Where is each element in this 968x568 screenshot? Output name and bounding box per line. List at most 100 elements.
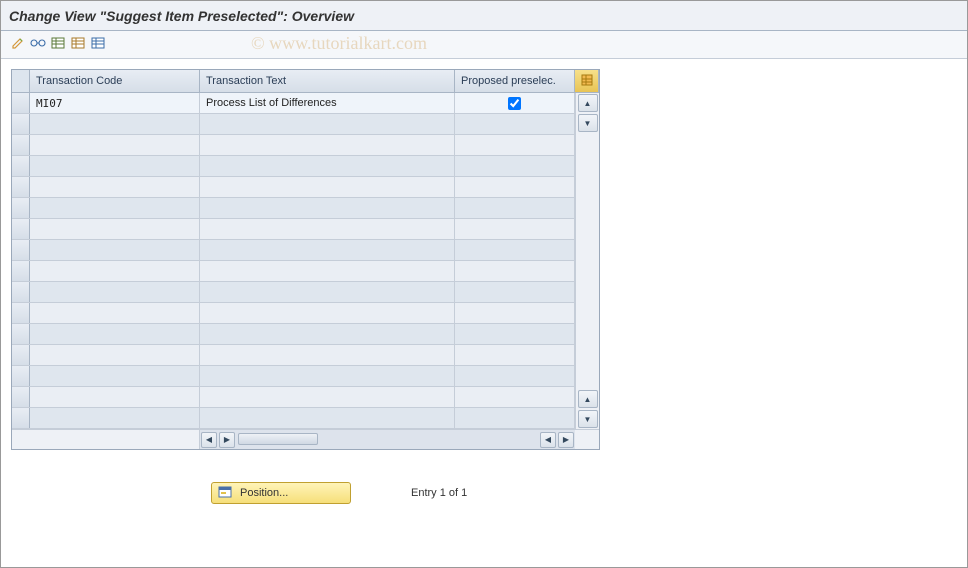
cell-transaction-code[interactable]: MI07 — [30, 93, 200, 113]
table-row-empty — [12, 324, 575, 345]
cell-empty[interactable] — [455, 198, 575, 218]
cell-empty[interactable] — [455, 219, 575, 239]
cell-empty[interactable] — [30, 282, 200, 302]
new-entries-button[interactable] — [49, 36, 67, 54]
cell-preselect[interactable] — [455, 93, 575, 113]
row-selector[interactable] — [12, 93, 30, 113]
cell-transaction-text[interactable]: Process List of Differences — [200, 93, 455, 113]
row-selector[interactable] — [12, 261, 30, 281]
cell-empty[interactable] — [30, 240, 200, 260]
cell-empty[interactable] — [455, 408, 575, 428]
cell-empty[interactable] — [30, 219, 200, 239]
row-selector[interactable] — [12, 345, 30, 365]
position-button[interactable]: Position... — [211, 482, 351, 504]
glasses-icon — [30, 37, 46, 52]
cell-empty[interactable] — [30, 156, 200, 176]
cell-empty[interactable] — [455, 177, 575, 197]
cell-empty[interactable] — [30, 366, 200, 386]
cell-empty[interactable] — [455, 240, 575, 260]
cell-empty[interactable] — [200, 177, 455, 197]
cell-empty[interactable] — [455, 261, 575, 281]
cell-empty[interactable] — [455, 282, 575, 302]
grid-header: Transaction Code Transaction Text Propos… — [12, 70, 599, 93]
cell-empty[interactable] — [200, 240, 455, 260]
cell-empty[interactable] — [455, 387, 575, 407]
cell-empty[interactable] — [30, 387, 200, 407]
cell-empty[interactable] — [200, 303, 455, 323]
cell-empty[interactable] — [455, 324, 575, 344]
table-delete-icon — [91, 36, 105, 53]
cell-empty[interactable] — [200, 345, 455, 365]
column-header-preselect[interactable]: Proposed preselec. — [455, 70, 575, 92]
scroll-left-button[interactable]: ◀ — [201, 432, 217, 448]
cell-empty[interactable] — [200, 366, 455, 386]
cell-empty[interactable] — [200, 387, 455, 407]
cell-empty[interactable] — [455, 156, 575, 176]
horizontal-scrollbar[interactable]: ◀ ▶ ◀ ▶ — [200, 430, 575, 449]
watermark: © www.tutorialkart.com — [251, 33, 427, 54]
row-selector[interactable] — [12, 408, 30, 428]
table-row-empty — [12, 366, 575, 387]
scroll-thumb[interactable] — [238, 433, 318, 445]
cell-empty[interactable] — [200, 282, 455, 302]
cell-empty[interactable] — [30, 114, 200, 134]
cell-empty[interactable] — [30, 324, 200, 344]
cell-empty[interactable] — [30, 345, 200, 365]
entry-status: Entry 1 of 1 — [411, 487, 467, 499]
preselect-checkbox[interactable] — [508, 97, 521, 110]
cell-empty[interactable] — [200, 261, 455, 281]
cell-empty[interactable] — [200, 324, 455, 344]
scroll-right-step-button[interactable]: ▶ — [219, 432, 235, 448]
row-selector-header[interactable] — [12, 70, 30, 92]
cell-empty[interactable] — [200, 135, 455, 155]
row-selector[interactable] — [12, 366, 30, 386]
table-row-empty — [12, 240, 575, 261]
cell-empty[interactable] — [455, 303, 575, 323]
copy-as-button[interactable] — [69, 36, 87, 54]
cell-empty[interactable] — [30, 261, 200, 281]
row-selector[interactable] — [12, 114, 30, 134]
row-selector[interactable] — [12, 324, 30, 344]
cell-empty[interactable] — [455, 135, 575, 155]
scroll-down-step-button[interactable]: ▼ — [578, 114, 598, 132]
row-selector[interactable] — [12, 303, 30, 323]
cell-empty[interactable] — [455, 345, 575, 365]
scroll-left-step-button[interactable]: ◀ — [540, 432, 556, 448]
row-selector[interactable] — [12, 219, 30, 239]
column-header-ttext[interactable]: Transaction Text — [200, 70, 455, 92]
scroll-up-button[interactable]: ▲ — [578, 94, 598, 112]
row-selector[interactable] — [12, 177, 30, 197]
scroll-down-button[interactable]: ▼ — [578, 410, 598, 428]
table-row-empty — [12, 261, 575, 282]
cell-empty[interactable] — [30, 135, 200, 155]
row-selector[interactable] — [12, 156, 30, 176]
other-view-button[interactable] — [29, 36, 47, 54]
cell-empty[interactable] — [200, 114, 455, 134]
toggle-change-button[interactable] — [9, 36, 27, 54]
content-area: Transaction Code Transaction Text Propos… — [1, 59, 967, 514]
row-selector[interactable] — [12, 135, 30, 155]
cell-empty[interactable] — [455, 114, 575, 134]
column-config-button[interactable] — [575, 70, 599, 92]
scroll-right-button[interactable]: ▶ — [558, 432, 574, 448]
column-header-tcode[interactable]: Transaction Code — [30, 70, 200, 92]
table-row-empty — [12, 177, 575, 198]
cell-empty[interactable] — [30, 177, 200, 197]
row-selector[interactable] — [12, 240, 30, 260]
hscroll-spacer — [12, 430, 200, 449]
vertical-scrollbar[interactable]: ▲ ▼ ▲ ▼ — [575, 93, 599, 429]
cell-empty[interactable] — [30, 408, 200, 428]
cell-empty[interactable] — [200, 156, 455, 176]
row-selector[interactable] — [12, 387, 30, 407]
scroll-up-step-button[interactable]: ▲ — [578, 390, 598, 408]
cell-empty[interactable] — [30, 303, 200, 323]
horizontal-scrollbar-row: ◀ ▶ ◀ ▶ — [12, 429, 599, 449]
cell-empty[interactable] — [200, 408, 455, 428]
cell-empty[interactable] — [200, 198, 455, 218]
delete-button[interactable] — [89, 36, 107, 54]
row-selector[interactable] — [12, 282, 30, 302]
cell-empty[interactable] — [30, 198, 200, 218]
cell-empty[interactable] — [455, 366, 575, 386]
row-selector[interactable] — [12, 198, 30, 218]
cell-empty[interactable] — [200, 219, 455, 239]
